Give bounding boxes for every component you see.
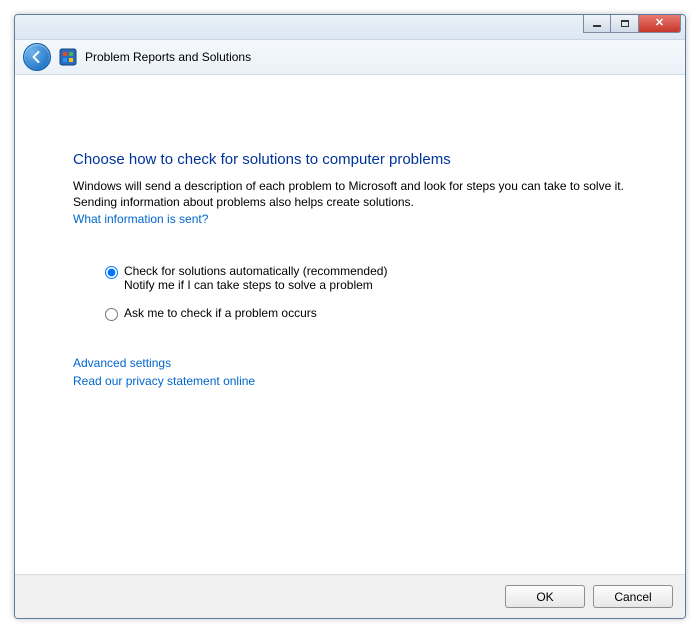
solution-check-options: Check for solutions automatically (recom… <box>105 264 627 321</box>
close-button[interactable]: ✕ <box>639 15 681 33</box>
option-ask[interactable]: Ask me to check if a problem occurs <box>105 306 627 321</box>
page-description: Windows will send a description of each … <box>73 178 627 210</box>
app-icon <box>59 48 77 66</box>
dialog-footer: OK Cancel <box>15 574 685 618</box>
content-area: Choose how to check for solutions to com… <box>15 75 685 574</box>
caption-buttons: ✕ <box>583 15 681 33</box>
advanced-settings-link[interactable]: Advanced settings <box>73 355 627 372</box>
option-ask-label: Ask me to check if a problem occurs <box>124 306 317 320</box>
page-heading: Choose how to check for solutions to com… <box>73 151 627 168</box>
option-auto-sublabel: Notify me if I can take steps to solve a… <box>124 278 387 292</box>
extra-links: Advanced settings Read our privacy state… <box>73 355 627 390</box>
header-bar: Problem Reports and Solutions <box>15 40 685 75</box>
option-auto-label: Check for solutions automatically (recom… <box>124 264 387 278</box>
dialog-window: ✕ Problem Reports and Solutions <box>14 14 686 619</box>
back-arrow-icon <box>30 50 44 64</box>
option-ask-radio[interactable] <box>105 308 118 321</box>
maximize-button[interactable] <box>611 15 639 33</box>
minimize-button[interactable] <box>583 15 611 33</box>
option-auto-radio[interactable] <box>105 266 118 279</box>
back-button[interactable] <box>23 43 51 71</box>
cancel-button[interactable]: Cancel <box>593 585 673 608</box>
ok-button[interactable]: OK <box>505 585 585 608</box>
info-sent-link[interactable]: What information is sent? <box>73 212 208 226</box>
privacy-statement-link[interactable]: Read our privacy statement online <box>73 373 627 390</box>
option-auto[interactable]: Check for solutions automatically (recom… <box>105 264 627 292</box>
title-bar: ✕ <box>15 15 685 40</box>
breadcrumb-title: Problem Reports and Solutions <box>85 50 251 64</box>
